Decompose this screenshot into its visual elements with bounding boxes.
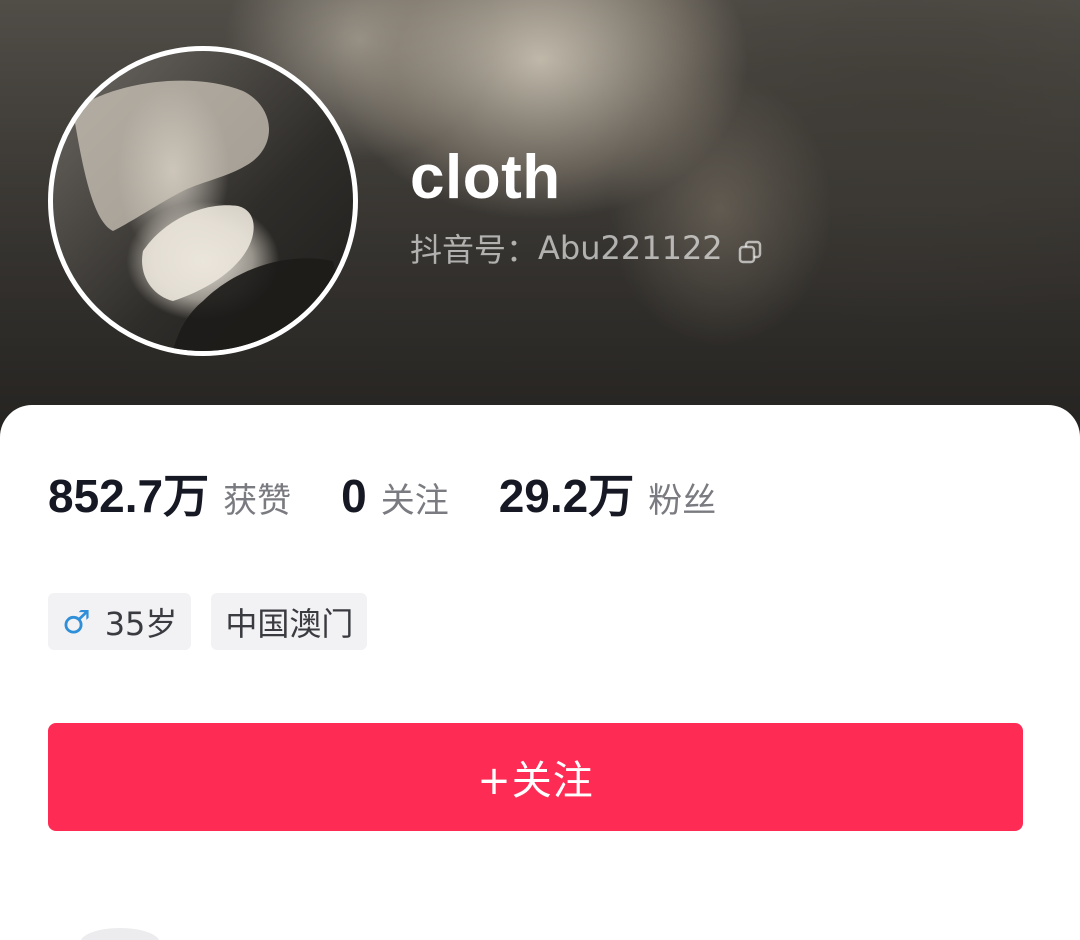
stat-likes-label: 获赞 (223, 481, 292, 521)
stat-followers[interactable]: 29.2万 粉丝 (499, 460, 717, 526)
tag-location-label: 中国澳门 (225, 604, 354, 643)
stat-followers-label: 粉丝 (648, 481, 717, 521)
follow-button[interactable]: +关注 (48, 723, 1023, 831)
stat-following[interactable]: 0 关注 (341, 469, 449, 523)
male-gender-icon: ♂ (62, 602, 91, 641)
profile-tags: ♂ 35岁 中国澳门 (48, 593, 368, 650)
avatar[interactable] (48, 46, 358, 356)
stat-likes-value: 852.7万 (48, 470, 210, 522)
stat-following-value: 0 (341, 470, 367, 522)
tag-location: 中国澳门 (211, 593, 368, 650)
tag-gender-age: ♂ 35岁 (48, 593, 192, 650)
copy-icon[interactable] (737, 235, 763, 264)
account-id-row[interactable]: 抖音号： Abu221122 (410, 228, 763, 269)
tag-age-label: 35岁 (104, 604, 178, 643)
profile-nickname: cloth (410, 143, 561, 212)
profile-page: cloth 抖音号： Abu221122 852.7万 获赞 0 关注 29.2… (0, 0, 1080, 940)
account-id-label: 抖音号： (410, 231, 539, 269)
stat-following-label: 关注 (380, 481, 449, 521)
avatar-photo (73, 80, 353, 351)
stat-followers-value: 29.2万 (498, 470, 635, 522)
account-id-value: Abu221122 (538, 229, 723, 267)
profile-stats: 852.7万 获赞 0 关注 29.2万 粉丝 (48, 460, 716, 524)
stat-likes[interactable]: 852.7万 获赞 (48, 460, 291, 526)
